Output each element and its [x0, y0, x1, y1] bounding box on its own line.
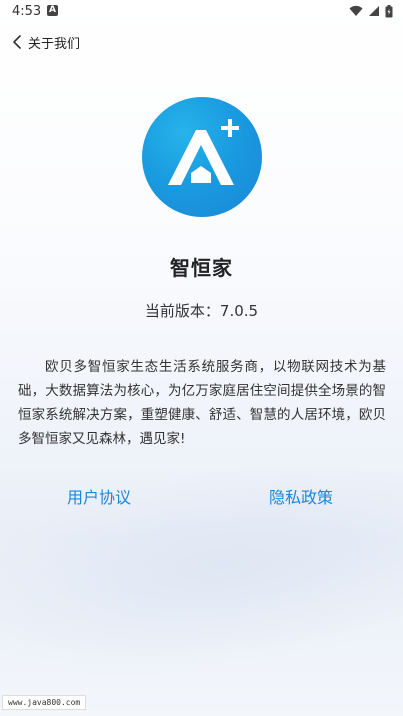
nav-bar: 关于我们	[0, 26, 403, 58]
user-agreement-link[interactable]: 用户协议	[67, 484, 131, 508]
app-version: 当前版本：7.0.5	[144, 302, 259, 320]
background-swoosh	[0, 432, 403, 708]
status-time: 4:53	[12, 4, 42, 19]
app-name: 智恒家	[170, 256, 233, 280]
status-icons	[349, 4, 393, 18]
watermark: www.java800.com	[2, 695, 87, 710]
status-bar: 4:53 A	[0, 0, 403, 24]
chevron-left-icon	[13, 35, 21, 49]
signal-icon	[369, 6, 379, 16]
app-logo-icon	[142, 97, 262, 217]
app-description: 欧贝多智恒家生态生活系统服务商，以物联网技术为基础，大数据算法为核心，为亿万家庭…	[18, 359, 386, 447]
wifi-icon	[349, 5, 363, 16]
back-button[interactable]: 关于我们	[12, 30, 80, 54]
page-title: 关于我们	[28, 36, 81, 52]
privacy-policy-link[interactable]: 隐私政策	[269, 484, 333, 508]
notification-badge-icon: A	[47, 5, 58, 16]
battery-icon	[385, 4, 393, 17]
